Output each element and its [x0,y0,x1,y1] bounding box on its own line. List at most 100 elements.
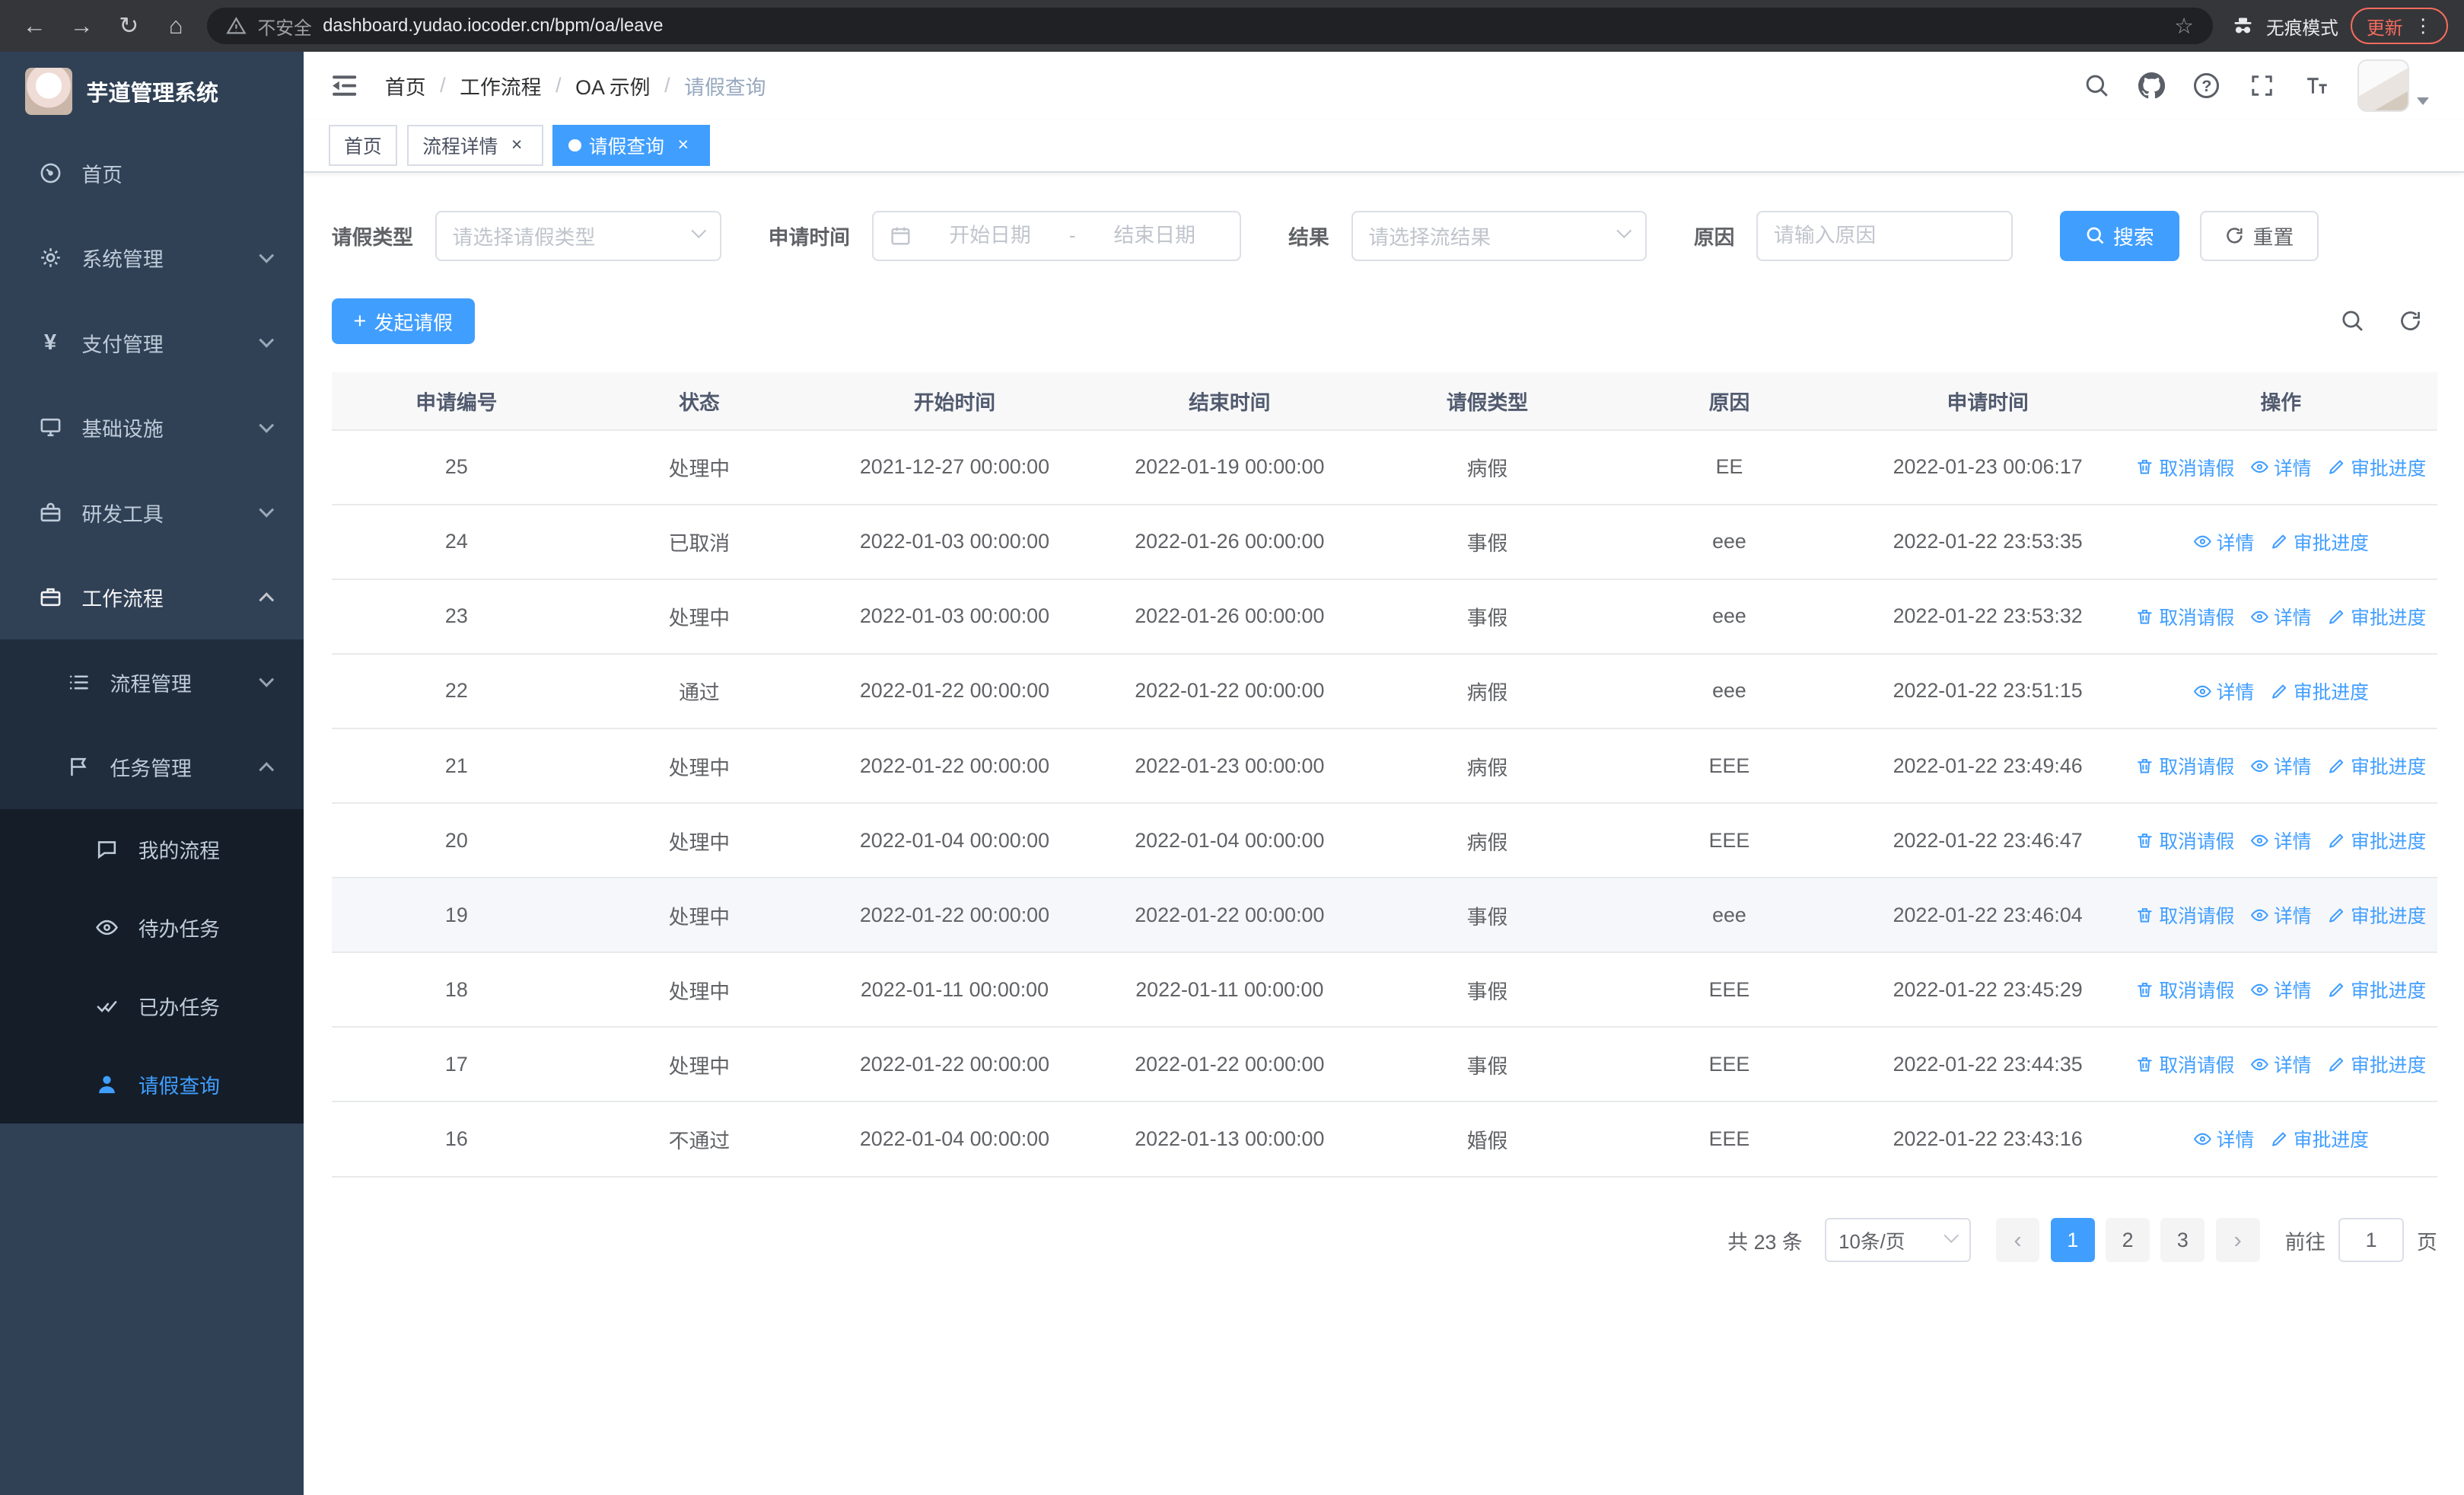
approval-progress-link[interactable]: 审批进度 [2327,827,2426,854]
cancel-leave-link[interactable]: 取消请假 [2135,603,2234,630]
result-select[interactable]: 请选择流结果 [1351,210,1647,261]
detail-link[interactable]: 详情 [2250,976,2312,1003]
reason-input[interactable] [1756,210,2013,261]
sidebar-item-home[interactable]: 首页 [0,130,304,215]
close-icon[interactable]: × [672,135,694,157]
approval-progress-link[interactable]: 审批进度 [2327,454,2426,481]
sidebar-item-infrastructure[interactable]: 基础设施 [0,385,304,470]
cell-start: 2021-12-27 00:00:00 [859,455,1050,479]
approval-progress-link[interactable]: 审批进度 [2270,528,2369,556]
detail-link[interactable]: 详情 [2250,901,2312,929]
address-bar[interactable]: 不安全 dashboard.yudao.iocoder.cn/bpm/oa/le… [207,8,2213,44]
search-icon[interactable] [2340,308,2367,335]
approval-progress-link[interactable]: 审批进度 [2327,603,2426,630]
approval-progress-link[interactable]: 审批进度 [2327,752,2426,779]
search-button[interactable]: 搜索 [2059,210,2179,261]
github-icon[interactable] [2138,72,2166,100]
date-range-picker[interactable]: - [871,210,1242,261]
browser-back-button[interactable]: ← [16,7,54,45]
detail-link[interactable]: 详情 [2193,1125,2254,1152]
sidebar-item-done-tasks[interactable]: 已办任务 [0,966,304,1046]
search-icon[interactable] [2083,72,2111,100]
table-row[interactable]: 21 处理中 2022-01-22 00:00:00 2022-01-23 00:00… [331,729,2437,805]
sidebar-collapse-icon[interactable] [329,70,360,101]
approval-progress-link[interactable]: 审批进度 [2270,1125,2369,1152]
breadcrumb-item-leave-query: 请假查询 [684,76,766,100]
table-row[interactable]: 19 处理中 2022-01-22 00:00:00 2022-01-22 00:00… [331,878,2437,954]
table-row[interactable]: 18 处理中 2022-01-11 00:00:00 2022-01-11 00:00… [331,953,2437,1028]
breadcrumb-item-home[interactable]: 首页 [385,71,426,100]
user-menu[interactable] [2357,59,2430,112]
approval-progress-link[interactable]: 审批进度 [2270,677,2369,705]
table-row[interactable]: 25 处理中 2021-12-27 00:00:00 2022-01-19 00:00… [331,430,2437,505]
table-row[interactable]: 20 处理中 2022-01-04 00:00:00 2022-01-04 00:00… [331,804,2437,879]
sidebar-item-workflow[interactable]: 工作流程 [0,555,304,640]
table-row[interactable]: 24 已取消 2022-01-03 00:00:00 2022-01-26 00:00… [331,505,2437,580]
leave-table: 申请编号 状态 开始时间 结束时间 请假类型 原因 申请时间 操作 25 处理中 2… [331,372,2437,1178]
cancel-leave-link[interactable]: 取消请假 [2135,454,2234,481]
sidebar-item-dev-tools[interactable]: 研发工具 [0,470,304,555]
table-row[interactable]: 16 不通过 2022-01-04 00:00:00 2022-01-13 00:00… [331,1102,2437,1178]
leave-type-select[interactable]: 请选择请假类型 [435,210,721,261]
sidebar-item-payment-management[interactable]: ¥ 支付管理 [0,300,304,385]
detail-link[interactable]: 详情 [2250,603,2312,630]
cancel-leave-link[interactable]: 取消请假 [2135,1050,2234,1078]
table-row[interactable]: 23 处理中 2022-01-03 00:00:00 2022-01-26 00:00… [331,579,2437,655]
table-row[interactable]: 22 通过 2022-01-22 00:00:00 2022-01-22 00:00:… [331,654,2437,730]
avatar[interactable] [2357,59,2410,112]
security-warning-icon [226,16,247,37]
end-date-input[interactable] [1085,224,1224,248]
cancel-leave-link[interactable]: 取消请假 [2135,752,2234,779]
help-icon[interactable]: ? [2192,72,2220,100]
prev-page-button[interactable]: ‹ [1995,1218,2040,1262]
sidebar-submenu-workflow: 流程管理 任务管理 我的流程 待办任务 已办任务 请假查询 [0,639,304,1124]
approval-progress-link[interactable]: 审批进度 [2327,976,2426,1003]
cancel-leave-link[interactable]: 取消请假 [2135,976,2234,1003]
detail-link[interactable]: 详情 [2193,528,2254,556]
close-icon[interactable]: × [506,135,528,157]
breadcrumb-item-workflow[interactable]: 工作流程 [460,71,541,100]
browser-home-button[interactable]: ⌂ [157,7,195,45]
cell-status: 处理中 [668,905,731,929]
next-page-button[interactable]: › [2215,1218,2260,1262]
page-button-3[interactable]: 3 [2160,1218,2205,1262]
page-button-1[interactable]: 1 [2050,1218,2095,1262]
sidebar-item-leave-query[interactable]: 请假查询 [0,1045,304,1124]
refresh-icon[interactable] [2398,308,2424,335]
cancel-leave-link[interactable]: 取消请假 [2135,827,2234,854]
font-size-icon[interactable] [2303,72,2331,100]
detail-link[interactable]: 详情 [2250,454,2312,481]
cell-start: 2022-01-04 00:00:00 [859,828,1050,852]
sidebar-item-my-processes[interactable]: 我的流程 [0,809,304,888]
bookmark-star-icon[interactable]: ☆ [2174,13,2194,40]
detail-link[interactable]: 详情 [2250,1050,2312,1078]
detail-link[interactable]: 详情 [2250,752,2312,779]
sidebar-item-todo-tasks[interactable]: 待办任务 [0,888,304,967]
app-logo[interactable]: 芋道管理系统 [0,52,304,130]
fullscreen-icon[interactable] [2248,72,2276,100]
tab-home[interactable]: 首页 [328,125,398,166]
page-button-2[interactable]: 2 [2106,1218,2150,1262]
page-size-select[interactable]: 10条/页 [1824,1218,1971,1262]
goto-page-input[interactable] [2338,1218,2405,1262]
sidebar-item-system-management[interactable]: 系统管理 [0,215,304,301]
browser-menu-icon[interactable]: ⋮ [2414,14,2433,37]
browser-reload-button[interactable]: ↻ [110,7,148,45]
tab-leave-query[interactable]: 请假查询 × [552,125,710,166]
table-row[interactable]: 17 处理中 2022-01-22 00:00:00 2022-01-22 00:00… [331,1028,2437,1103]
detail-link[interactable]: 详情 [2193,677,2254,705]
approval-progress-link[interactable]: 审批进度 [2327,901,2426,929]
approval-progress-link[interactable]: 审批进度 [2327,1050,2426,1078]
create-leave-button[interactable]: + 发起请假 [331,298,475,345]
tab-process-detail[interactable]: 流程详情 × [406,125,544,166]
sidebar-item-task-management[interactable]: 任务管理 [0,725,304,810]
url-text[interactable]: dashboard.yudao.iocoder.cn/bpm/oa/leave [323,16,2163,37]
reset-button[interactable]: 重置 [2199,210,2319,261]
breadcrumb-item-oa-example[interactable]: OA 示例 [575,71,650,100]
sidebar-item-process-management[interactable]: 流程管理 [0,639,304,725]
cancel-leave-link[interactable]: 取消请假 [2135,901,2234,929]
start-date-input[interactable] [920,224,1060,248]
browser-update-button[interactable]: 更新 ⋮ [2351,8,2449,44]
detail-link[interactable]: 详情 [2250,827,2312,854]
browser-forward-button[interactable]: → [63,7,101,45]
